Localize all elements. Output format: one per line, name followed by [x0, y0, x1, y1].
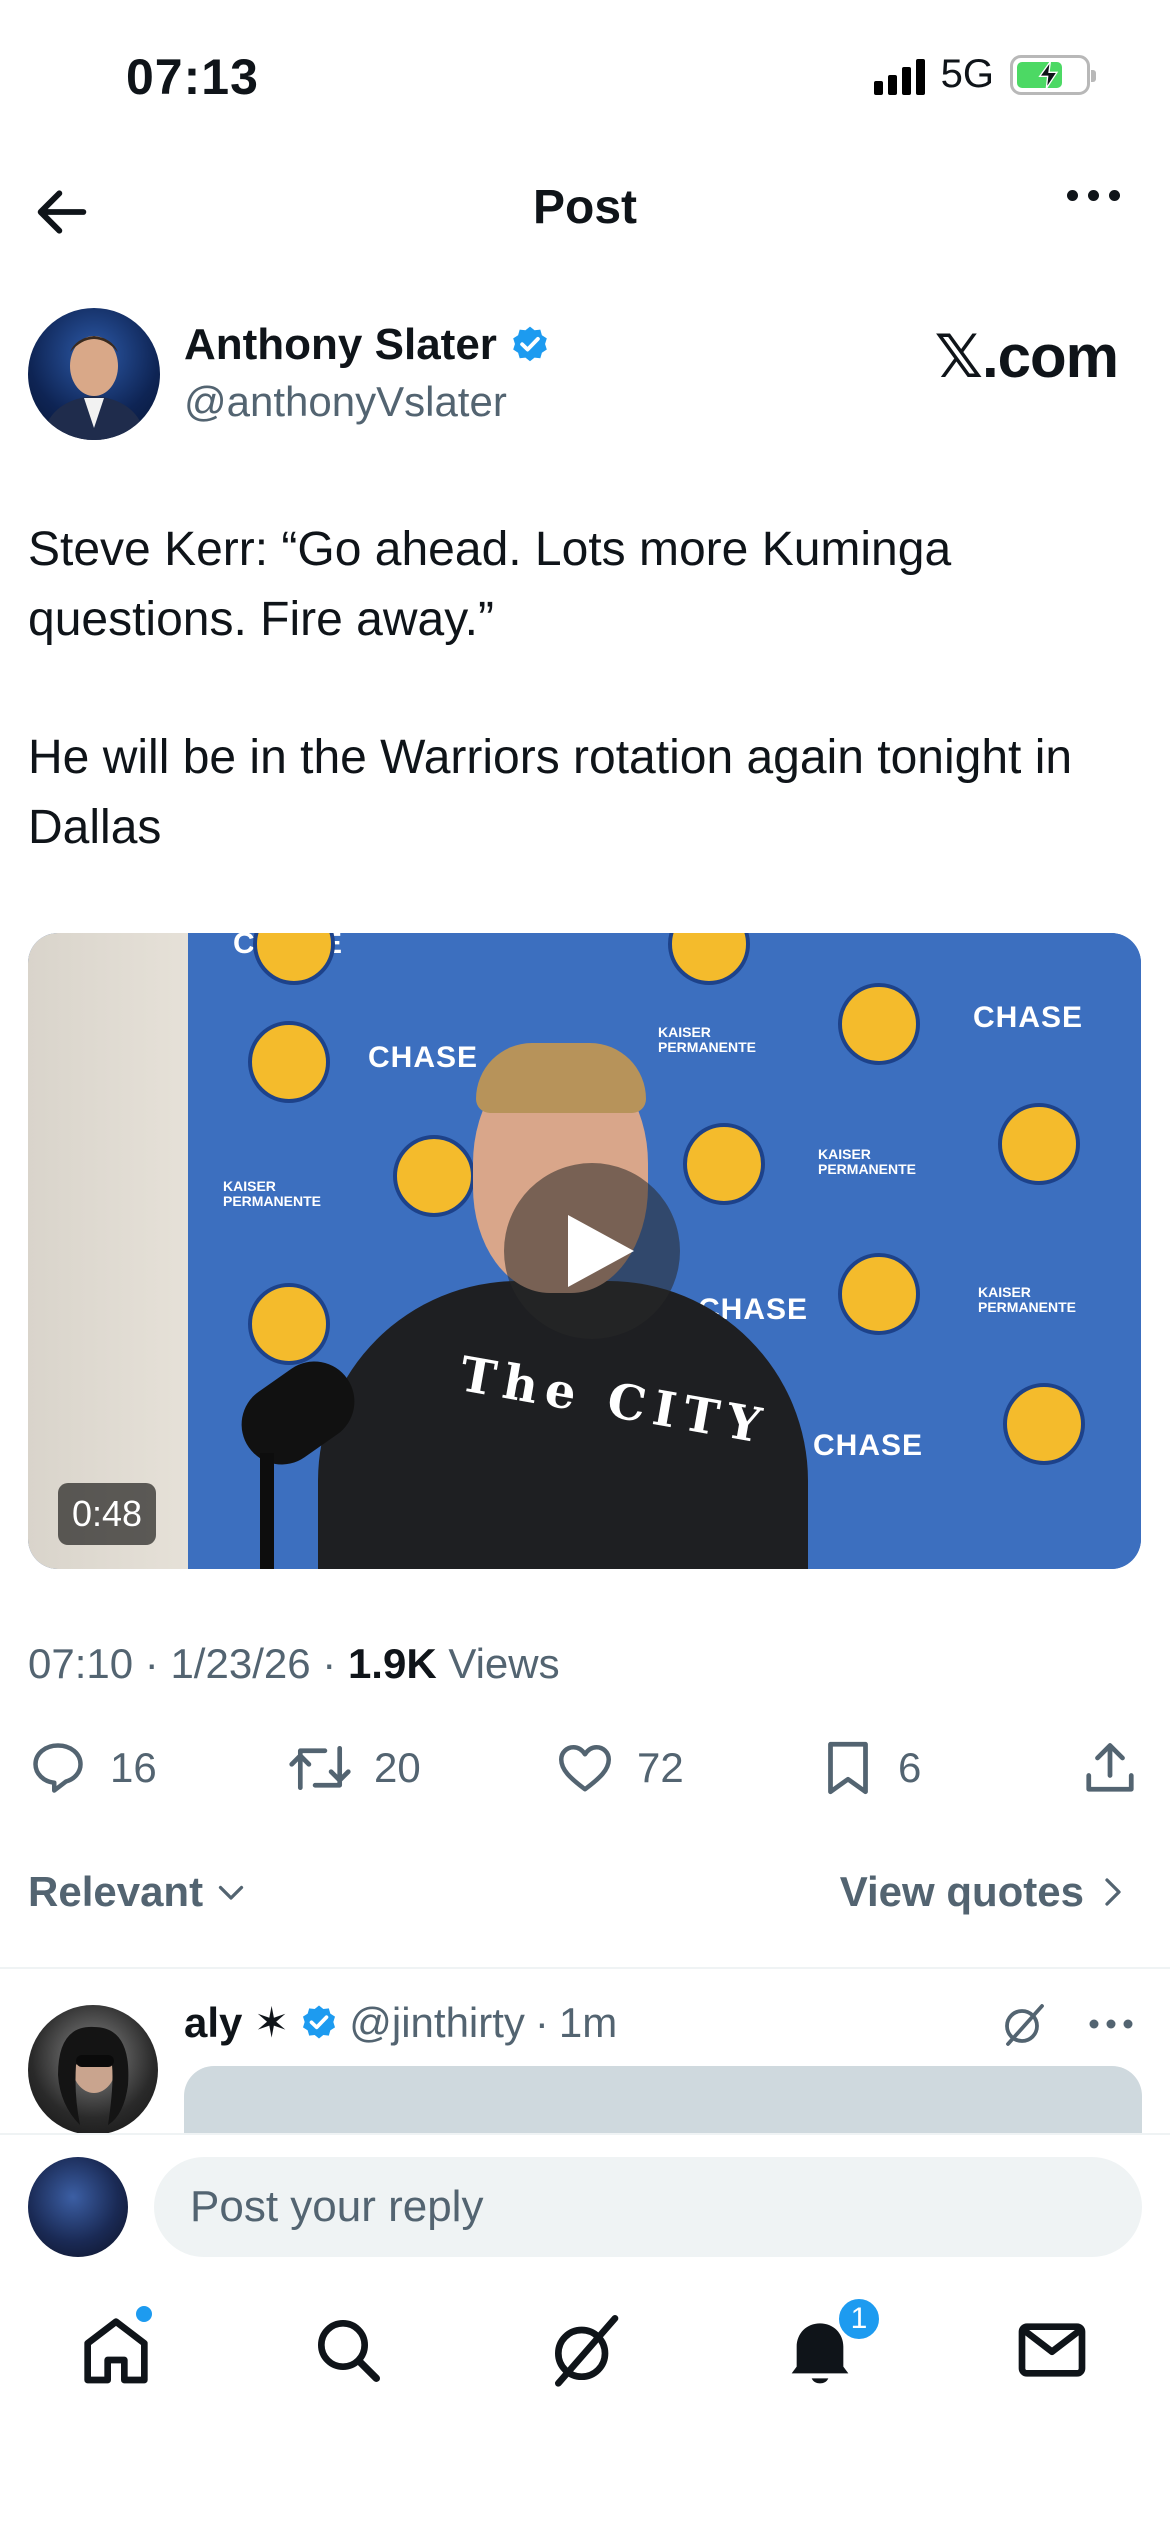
warriors-logo	[683, 1123, 765, 1205]
reply-input[interactable]	[154, 2157, 1142, 2257]
reply-time: 1m	[558, 1998, 618, 2046]
post-header: Post	[0, 160, 1170, 260]
search-icon	[318, 2320, 381, 2382]
tweet-text: Steve Kerr: “Go ahead. Lots more Kuminga…	[28, 515, 1138, 863]
more-horizontal-icon[interactable]	[1088, 2018, 1134, 2030]
sponsor-logo: CHASE	[368, 1041, 479, 1074]
nav-search[interactable]	[308, 2310, 388, 2390]
author-avatar[interactable]	[28, 308, 160, 440]
status-time: 07:13	[126, 49, 259, 105]
bookmark-icon	[828, 1741, 868, 1795]
sponsor-logo: CHASE	[973, 1001, 1084, 1034]
reply-composer	[0, 2133, 1170, 2273]
play-icon	[568, 1215, 634, 1287]
sponsor-logo: CHASE	[813, 1429, 924, 1462]
nav-messages[interactable]	[1012, 2310, 1092, 2390]
partner-logo: KAISER PERMANENTE	[223, 1178, 322, 1209]
home-icon	[84, 2318, 148, 2384]
microphone-stand	[260, 1453, 274, 1569]
source-label: 𝕏.com	[934, 323, 1119, 390]
reply-author-handle: @jinthirty	[349, 1998, 525, 2046]
partner-logo: KAISER PERMANENTE	[978, 1284, 1077, 1315]
page-title: Post	[532, 181, 637, 234]
battery-icon	[1010, 54, 1096, 95]
partner-logo: KAISER PERMANENTE	[658, 1024, 757, 1055]
tweet-paragraph: He will be in the Warriors rotation agai…	[28, 731, 1073, 854]
more-options-button[interactable]	[1067, 190, 1120, 201]
warriors-logo	[393, 1135, 475, 1217]
warriors-logo	[838, 983, 920, 1065]
repost-count: 20	[374, 1744, 421, 1791]
post-date: 1/23/26	[170, 1640, 311, 1687]
author-handle[interactable]: @anthonyVslater	[184, 378, 507, 426]
like-button[interactable]: 72	[555, 1738, 684, 1798]
mail-icon	[1018, 2323, 1086, 2377]
share-icon	[1086, 1743, 1134, 1792]
nav-notifications[interactable]: 1	[780, 2296, 882, 2390]
grok-icon[interactable]	[1000, 2000, 1048, 2048]
author-name[interactable]: Anthony Slater	[184, 320, 551, 370]
nav-home[interactable]	[76, 2306, 156, 2390]
reply-author-name: aly ✶	[184, 1999, 290, 2046]
user-avatar[interactable]	[28, 2157, 128, 2257]
play-button[interactable]	[504, 1163, 680, 1339]
views-count[interactable]: 1.9K	[348, 1640, 437, 1687]
home-unread-dot	[136, 2306, 152, 2322]
bottom-nav: 1	[0, 2290, 1170, 2420]
reply-author[interactable]: aly ✶ @jinthirty · 1m	[184, 1998, 617, 2047]
nav-grok[interactable]	[545, 2310, 625, 2390]
bookmark-button[interactable]: 6	[820, 1738, 921, 1798]
reply-actions	[1000, 2000, 1134, 2048]
warriors-logo	[998, 1103, 1080, 1185]
like-count: 72	[637, 1744, 684, 1791]
bookmark-count: 6	[898, 1744, 922, 1791]
heart-icon	[559, 1745, 611, 1792]
reply-icon	[33, 1743, 83, 1793]
video-duration: 0:48	[58, 1483, 157, 1545]
verified-badge-icon	[303, 2005, 336, 2038]
grok-icon	[555, 2315, 619, 2387]
sort-replies-button[interactable]: Relevant	[28, 1868, 249, 1916]
more-horizontal-icon	[1067, 190, 1078, 201]
signal-icon	[873, 55, 925, 95]
status-indicators: 5G	[873, 52, 1096, 97]
tweet-paragraph: Steve Kerr: “Go ahead. Lots more Kuminga…	[28, 523, 952, 646]
video-wall	[28, 933, 188, 1569]
divider	[0, 1967, 1170, 1969]
chevron-right-icon	[1105, 1878, 1121, 1906]
reply-avatar[interactable]	[28, 2005, 158, 2135]
post-actions: 16 20 72 6	[0, 1738, 1170, 1808]
warriors-logo	[1003, 1383, 1085, 1465]
reply-button[interactable]: 16	[28, 1738, 157, 1798]
network-type: 5G	[940, 52, 994, 96]
status-bar: 07:13 5G	[0, 0, 1170, 150]
view-quotes-link[interactable]: View quotes	[840, 1868, 1128, 1916]
repost-button[interactable]: 20	[288, 1738, 421, 1798]
partner-logo: KAISER PERMANENTE	[818, 1146, 917, 1177]
verified-badge-icon	[513, 326, 547, 362]
post-time: 07:10	[28, 1640, 134, 1687]
chevron-down-icon	[218, 1885, 244, 1900]
share-button[interactable]	[1080, 1738, 1140, 1798]
notification-badge: 1	[836, 2296, 882, 2342]
warriors-logo	[838, 1253, 920, 1335]
warriors-logo	[248, 1021, 330, 1103]
post-meta: 07:10 · 1/23/26 · 1.9K Views	[28, 1640, 560, 1687]
views-label: Views	[448, 1640, 560, 1687]
repost-icon	[289, 1745, 351, 1791]
video-player[interactable]: CHASE CHASE CHASE CHASE CHASE KAISER PER…	[28, 933, 1141, 1569]
reply-count: 16	[110, 1744, 157, 1791]
warriors-logo	[248, 1283, 330, 1365]
speaker-hair	[476, 1043, 646, 1113]
